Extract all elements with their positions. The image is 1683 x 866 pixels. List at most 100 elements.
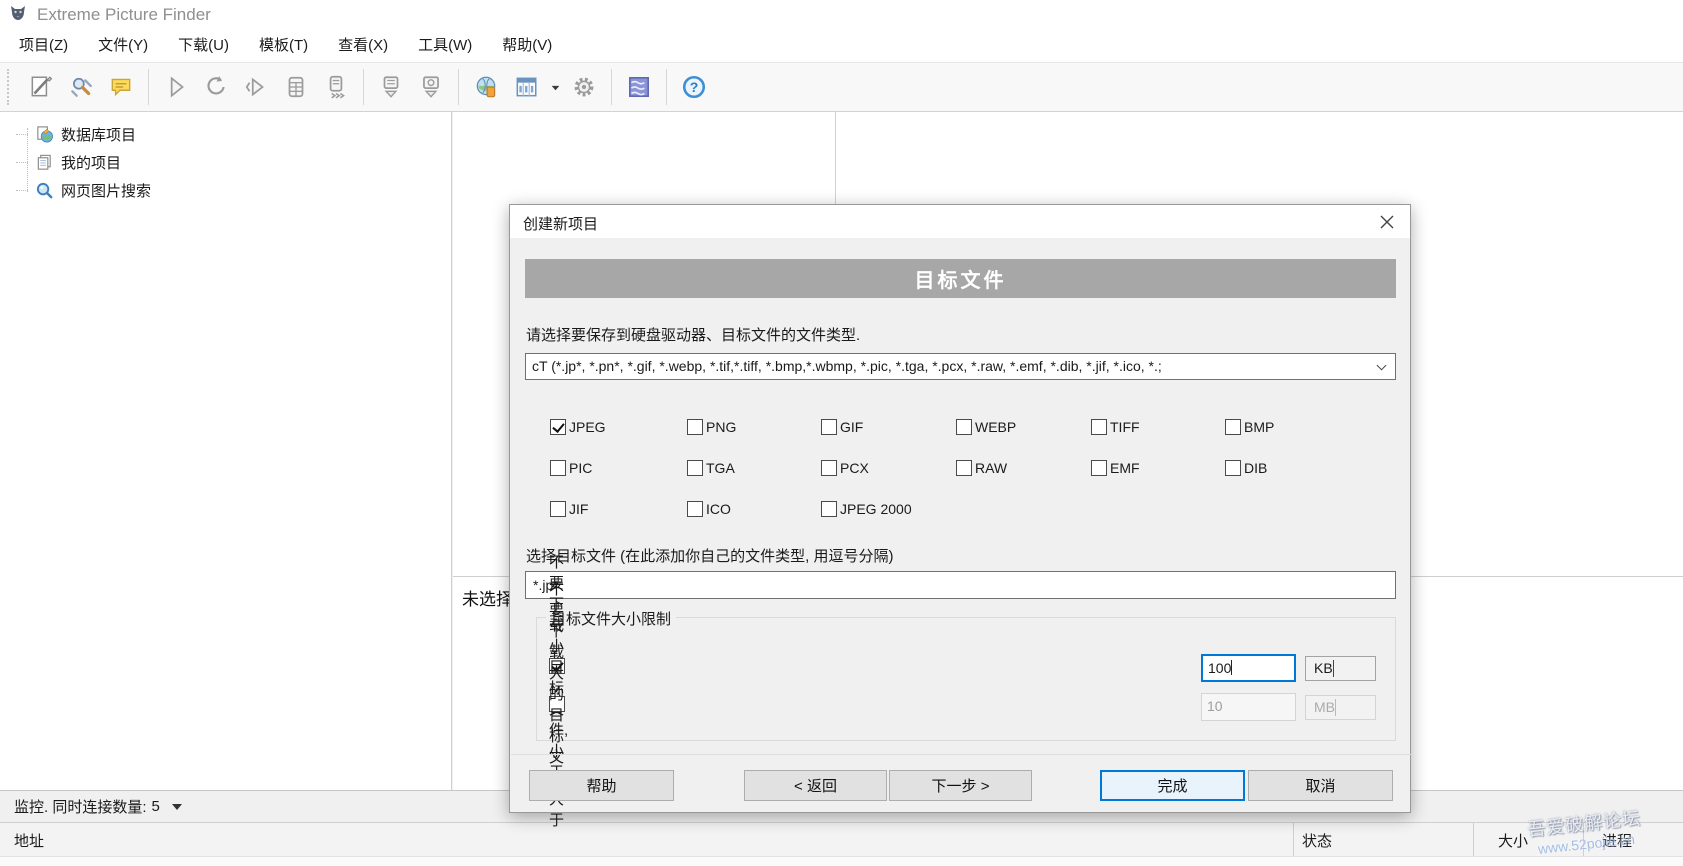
list-dropdown-icon <box>549 74 562 100</box>
toolbar-list-dropdown-button[interactable] <box>546 67 564 107</box>
tree-guide-line <box>16 190 28 191</box>
file-type-prompt: 请选择要保存到硬盘驱动器、目标文件的文件类型. <box>526 324 860 345</box>
format-checkbox-raw[interactable]: RAW <box>956 456 1091 480</box>
column-separator[interactable] <box>1473 823 1474 856</box>
next-button[interactable]: 下一步 > <box>889 770 1032 801</box>
toolbar-templates-button[interactable] <box>619 67 659 107</box>
back-button[interactable]: < 返回 <box>744 770 887 801</box>
toolbar-project-wizard-button[interactable] <box>61 67 101 107</box>
toolbar-download-images-button[interactable] <box>411 67 451 107</box>
dialog-title-bar: 创建新项目 <box>510 205 1410 238</box>
menu-item[interactable]: 下载(U) <box>163 30 244 62</box>
toolbar-comment-button[interactable] <box>101 67 141 107</box>
format-checkbox-tga[interactable]: TGA <box>687 456 821 480</box>
toolbar-restart-download-button[interactable] <box>196 67 236 107</box>
menu-item[interactable]: 模板(T) <box>244 30 323 62</box>
format-checkbox-tiff[interactable]: TIFF <box>1091 415 1225 439</box>
menu-item[interactable]: 项目(Z) <box>4 30 83 62</box>
download-images-icon <box>418 74 444 100</box>
checkbox-unchecked-icon <box>1091 419 1107 435</box>
column-header-address[interactable]: 地址 <box>14 830 44 851</box>
min-size-value: 100 <box>1208 660 1231 676</box>
sidebar-item-3[interactable]: 网页图片搜索 <box>16 176 151 204</box>
project-wizard-icon <box>68 74 94 100</box>
format-checkbox-bmp[interactable]: BMP <box>1225 415 1274 439</box>
column-header-progress[interactable]: 进程 <box>1602 830 1632 851</box>
checkbox-unchecked-icon <box>687 419 703 435</box>
database-project-icon <box>35 125 54 144</box>
format-checkbox-label: BMP <box>1244 419 1274 435</box>
cancel-button[interactable]: 取消 <box>1248 770 1393 801</box>
app-icon <box>8 3 28 28</box>
dialog-close-button[interactable] <box>1364 205 1410 238</box>
format-checkbox-gif[interactable]: GIF <box>821 415 956 439</box>
format-checkbox-label: EMF <box>1110 460 1140 476</box>
format-checkbox-webp[interactable]: WEBP <box>956 415 1091 439</box>
connections-dropdown-icon[interactable] <box>172 804 182 810</box>
column-separator[interactable] <box>1583 823 1584 856</box>
toolbar-image-list-button[interactable] <box>506 67 546 107</box>
menu-item[interactable]: 工具(W) <box>403 30 487 62</box>
help-button[interactable]: 帮助 <box>529 770 674 801</box>
toolbar-start-download-button[interactable] <box>156 67 196 107</box>
no-selection-text: 未选择 <box>462 585 513 610</box>
toolbar-continue-download-button[interactable] <box>236 67 276 107</box>
format-checkbox-dib[interactable]: DIB <box>1225 456 1274 480</box>
restart-download-icon <box>203 74 229 100</box>
chevron-down-icon <box>1377 360 1387 370</box>
queue-icon <box>323 74 349 100</box>
format-checkbox-jif[interactable]: JIF <box>550 497 687 521</box>
checkbox-unchecked-icon <box>821 460 837 476</box>
file-type-combobox[interactable]: cT (*.jp*, *.pn*, *.gif, *.webp, *.tif,*… <box>525 353 1396 380</box>
column-separator[interactable] <box>1293 823 1294 856</box>
create-project-dialog: 创建新项目 目标文件 请选择要保存到硬盘驱动器、目标文件的文件类型. cT (*… <box>509 204 1411 813</box>
checkbox-checked-icon <box>550 419 566 435</box>
toolbar-browser-button[interactable] <box>466 67 506 107</box>
format-checkbox-label: JPEG 2000 <box>840 501 912 517</box>
format-checkbox-jpeg-2000[interactable]: JPEG 2000 <box>821 497 956 521</box>
continue-download-icon <box>243 74 269 100</box>
max-size-value: 10 <box>1207 698 1223 714</box>
format-checkbox-png[interactable]: PNG <box>687 415 821 439</box>
sidebar-item-label: 网页图片搜索 <box>61 180 151 201</box>
sidebar-item-1[interactable]: 数据库项目 <box>16 120 151 148</box>
menu-item[interactable]: 帮助(V) <box>487 30 567 62</box>
target-files-input[interactable]: *.jp* <box>525 571 1396 599</box>
format-checkbox-jpeg[interactable]: JPEG <box>550 415 687 439</box>
menu-item[interactable]: 查看(X) <box>323 30 403 62</box>
column-header-status[interactable]: 状态 <box>1302 830 1332 851</box>
format-checkbox-emf[interactable]: EMF <box>1091 456 1225 480</box>
text-caret <box>1231 660 1232 675</box>
format-checkbox-label: GIF <box>840 419 863 435</box>
checkbox-unchecked-icon <box>956 419 972 435</box>
column-header-size[interactable]: 大小 <box>1498 830 1528 851</box>
chevron-down-icon <box>1333 660 1334 677</box>
checkbox-unchecked-icon <box>821 501 837 517</box>
toolbar-help-button[interactable]: ? <box>674 67 714 107</box>
checkbox-unchecked-icon <box>550 501 566 517</box>
format-checkbox-pcx[interactable]: PCX <box>821 456 956 480</box>
finish-button[interactable]: 完成 <box>1100 770 1245 801</box>
format-checkbox-label: PIC <box>569 460 592 476</box>
format-checkbox-label: PNG <box>706 419 736 435</box>
toolbar-settings-button[interactable] <box>564 67 604 107</box>
min-size-input[interactable]: 100 <box>1201 654 1296 682</box>
max-size-checkbox[interactable]: 不要下载大的目标文件, 大于 <box>549 692 565 716</box>
sidebar-item-2[interactable]: 我的项目 <box>16 148 151 176</box>
toolbar-grip-handle[interactable] <box>7 69 14 105</box>
format-checkbox-label: PCX <box>840 460 869 476</box>
menu-bar: 项目(Z)文件(Y)下载(U)模板(T)查看(X)工具(W)帮助(V) <box>0 30 1683 62</box>
size-limit-group: 目标文件大小限制 不要下载小目标文件, 小于 100 KB 不要下载大的目标文件… <box>536 617 1396 741</box>
comment-icon <box>108 74 134 100</box>
toolbar-database-button[interactable] <box>276 67 316 107</box>
menu-item[interactable]: 文件(Y) <box>83 30 163 62</box>
format-checkbox-ico[interactable]: ICO <box>687 497 821 521</box>
checkbox-unchecked-icon <box>1225 460 1241 476</box>
toolbar-download-button[interactable] <box>371 67 411 107</box>
checkbox-unchecked-icon <box>687 501 703 517</box>
toolbar-new-project-button[interactable] <box>21 67 61 107</box>
format-checkbox-pic[interactable]: PIC <box>550 456 687 480</box>
toolbar-queue-button[interactable] <box>316 67 356 107</box>
database-icon <box>283 74 309 100</box>
min-size-unit-select[interactable]: KB <box>1305 656 1376 681</box>
